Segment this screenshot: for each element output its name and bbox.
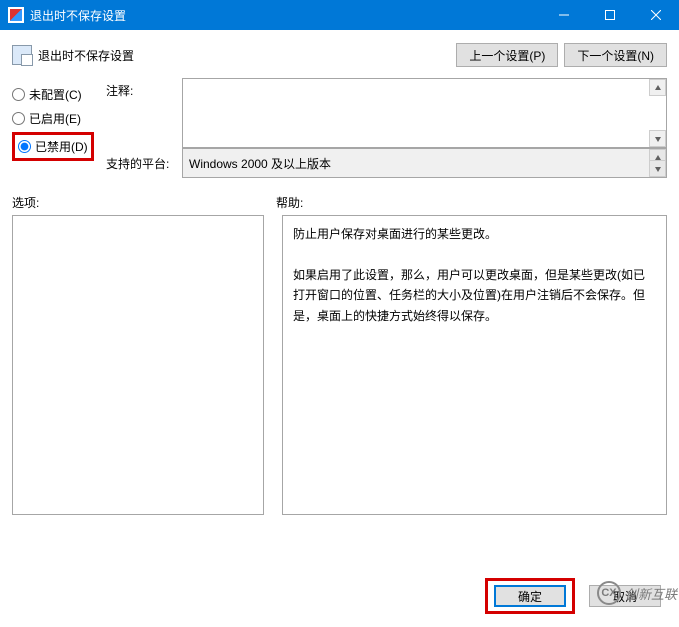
radio-disabled[interactable]: 已禁用(D): [18, 138, 88, 155]
platform-label: 支持的平台:: [106, 148, 178, 178]
cancel-button[interactable]: 取消: [589, 585, 661, 607]
radio-disabled-label: 已禁用(D): [35, 138, 88, 155]
help-pane: 防止用户保存对桌面进行的某些更改。 如果启用了此设置，那么，用户可以更改桌面，但…: [282, 215, 667, 515]
title-bar: 退出时不保存设置: [0, 0, 679, 30]
radio-not-configured-label: 未配置(C): [29, 86, 82, 103]
dialog-footer: 确定 取消: [485, 579, 661, 613]
next-setting-button[interactable]: 下一个设置(N): [564, 43, 667, 67]
scroll-down-icon: [649, 160, 666, 177]
window-title: 退出时不保存设置: [30, 7, 126, 24]
comment-label: 注释:: [106, 78, 178, 148]
radio-disabled-input[interactable]: [18, 140, 31, 153]
minimize-button[interactable]: [541, 0, 587, 30]
radio-not-configured-input[interactable]: [12, 88, 25, 101]
radio-enabled-input[interactable]: [12, 112, 25, 125]
supported-platform-value: Windows 2000 及以上版本: [189, 155, 331, 172]
highlight-ok: 确定: [485, 578, 575, 614]
radio-not-configured[interactable]: 未配置(C): [12, 82, 102, 106]
policy-icon: [12, 45, 32, 65]
radio-enabled[interactable]: 已启用(E): [12, 106, 102, 130]
highlight-disabled: 已禁用(D): [12, 132, 94, 161]
ok-button[interactable]: 确定: [494, 585, 566, 607]
help-paragraph: 如果启用了此设置，那么，用户可以更改桌面，但是某些更改(如已打开窗口的位置、任务…: [293, 265, 656, 326]
help-label: 帮助:: [276, 194, 303, 211]
comment-textarea[interactable]: [182, 78, 667, 148]
supported-platform-field: Windows 2000 及以上版本: [182, 148, 667, 178]
app-icon: [8, 7, 24, 23]
maximize-button[interactable]: [587, 0, 633, 30]
scroll-up-icon[interactable]: [649, 79, 666, 96]
help-paragraph: 防止用户保存对桌面进行的某些更改。: [293, 224, 656, 244]
dialog-content: 退出时不保存设置 上一个设置(P) 下一个设置(N) 未配置(C) 已启用(E)…: [0, 30, 679, 627]
scroll-down-icon[interactable]: [649, 130, 666, 147]
close-button[interactable]: [633, 0, 679, 30]
previous-setting-button[interactable]: 上一个设置(P): [456, 43, 558, 67]
state-radio-group: 未配置(C) 已启用(E) 已禁用(D): [12, 78, 102, 178]
options-pane: [12, 215, 264, 515]
policy-title: 退出时不保存设置: [38, 47, 134, 64]
options-label: 选项:: [12, 194, 276, 211]
radio-enabled-label: 已启用(E): [29, 110, 81, 127]
